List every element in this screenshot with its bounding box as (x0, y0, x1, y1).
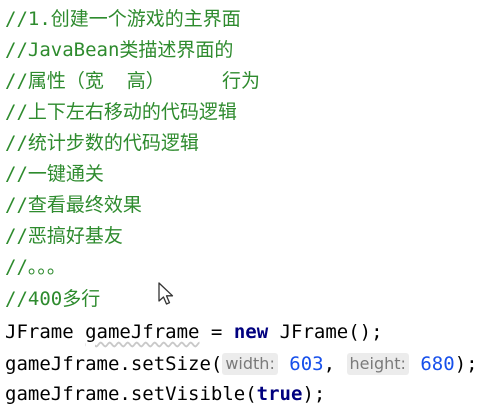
comment-line-9: //。。。 (5, 256, 66, 278)
comment-line-3: //属性（宽 高） 行为 (5, 70, 260, 92)
comment-line-7: //查看最终效果 (5, 194, 142, 216)
height-value: 680 (420, 353, 455, 375)
code-line-set-visible: gameJframe.setVisible(true); (5, 379, 325, 409)
comment-line-5: //统计步数的代码逻辑 (5, 132, 199, 154)
keyword-true: true (256, 383, 303, 405)
keyword-new: new (233, 321, 269, 343)
comma: , (323, 353, 347, 375)
mouse-pointer-icon (158, 282, 174, 305)
code-line-set-size: gameJframe.setSize(width: 603, height: 6… (5, 349, 478, 379)
variable-name: gameJframe (85, 321, 200, 343)
type-name: JFrame (5, 321, 74, 343)
comment-line-8: //恶搞好基友 (5, 225, 123, 247)
set-visible-call: gameJframe.setVisible( (5, 383, 257, 405)
constructor-call: JFrame(); (268, 321, 383, 343)
set-size-end: ); (454, 353, 478, 375)
code-editor[interactable]: //1.创建一个游戏的主界面 //JavaBean类描述界面的 //属性（宽 高… (0, 0, 504, 413)
comment-line-4: //上下左右移动的代码逻辑 (5, 101, 237, 123)
assign-operator: = (199, 321, 234, 343)
set-size-call: gameJframe.setSize( (5, 353, 223, 375)
set-visible-end: ); (302, 383, 326, 405)
param-hint-height: height: (346, 353, 409, 375)
comment-line-1: //1.创建一个游戏的主界面 (5, 8, 241, 30)
comment-line-6: //一键通关 (5, 163, 104, 185)
comment-line-10: //400多行 (5, 288, 101, 310)
code-line-jframe-new: JFrame gameJframe = new JFrame(); (5, 317, 383, 347)
comment-line-2: //JavaBean类描述界面的 (5, 39, 234, 61)
width-value: 603 (289, 353, 324, 375)
param-hint-width: width: (222, 353, 278, 375)
